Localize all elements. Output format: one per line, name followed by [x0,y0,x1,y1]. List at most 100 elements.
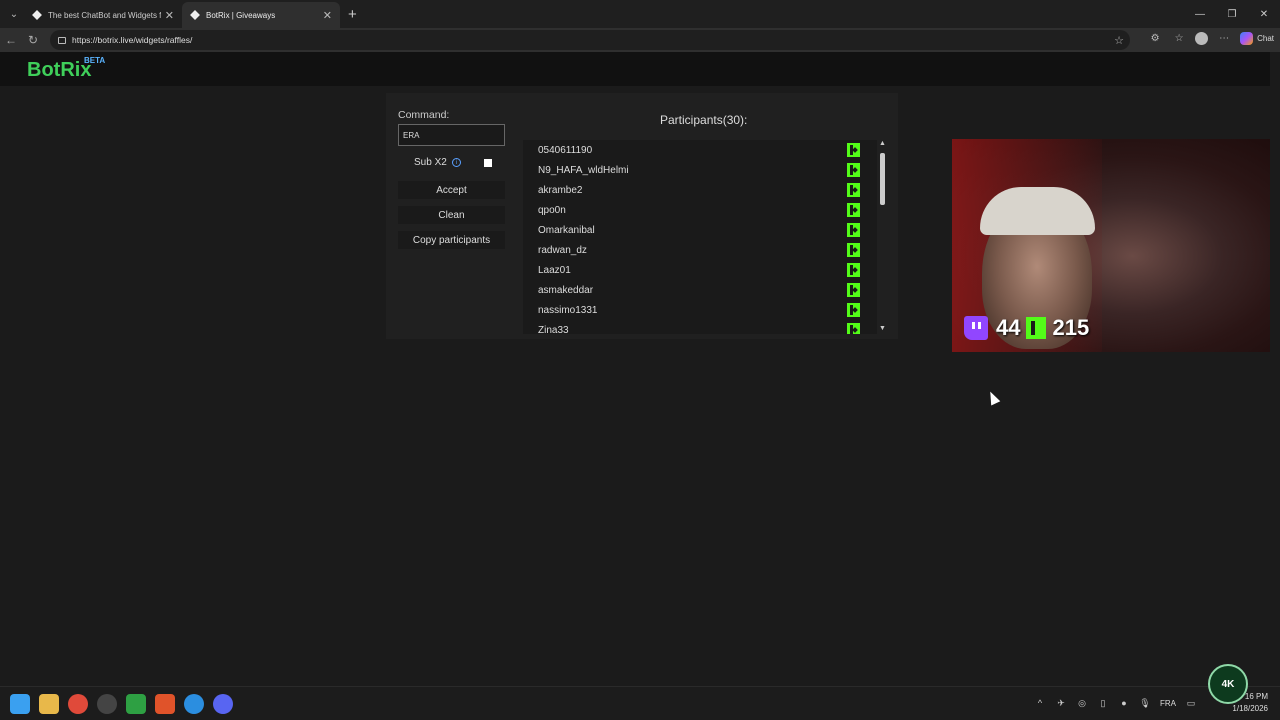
kick-icon [847,183,860,197]
close-tab-icon[interactable]: ✕ [323,9,332,22]
kick-icon [847,303,860,317]
copilot-icon [1240,31,1254,45]
streamer-cap [980,187,1095,235]
list-item: radwan_dz [523,240,877,260]
botrix-logo[interactable]: BotRix [27,59,91,82]
botrix-favicon-icon [190,10,200,20]
follower-stats: 44 215 [964,315,1089,341]
chrome-icon[interactable] [68,694,88,714]
copy-participants-button[interactable]: Copy participants [398,231,505,249]
favorites-icon[interactable]: ☆ [1171,30,1187,46]
kick-count: 215 [1052,315,1090,340]
brave-icon[interactable] [155,694,175,714]
network-icon[interactable]: ▭ [1185,697,1197,709]
window-controls: — ❐ ✕ [1184,0,1280,28]
list-item: Laaz01 [523,260,877,280]
command-input[interactable] [398,124,505,146]
participant-name: Omarkanibal [538,224,595,236]
info-icon[interactable]: i [451,158,461,167]
tray-chevron-icon[interactable]: ^ [1034,697,1046,709]
site-header: BotRix BETA [0,52,1270,86]
url-text: https://botrix.live/widgets/raffles/ [72,35,193,45]
copilot-chat-button[interactable]: Chat [1240,31,1274,45]
twitch-icon [964,316,988,340]
kick-icon [847,143,860,157]
sub-x2-checkbox[interactable] [484,159,492,167]
new-tab-icon[interactable]: + [348,6,357,23]
tab-giveaways[interactable]: BotRix | Giveaways ✕ [182,2,340,28]
more-menu-icon[interactable]: ⋯ [1216,30,1232,46]
kick-icon [847,283,860,297]
taskbar-apps [10,694,233,714]
profile-avatar-icon[interactable] [1195,31,1209,45]
tab-list-chevron-icon[interactable]: ⌄ [4,4,24,24]
url-field[interactable]: https://botrix.live/widgets/raffles/ ☆ [50,30,1130,50]
file-explorer-icon[interactable] [39,694,59,714]
extensions-icon[interactable]: ⚙ [1147,30,1163,46]
close-window-icon[interactable]: ✕ [1248,0,1280,28]
usb-icon[interactable]: ▯ [1097,697,1109,709]
tray-app-icon[interactable]: ◎ [1076,697,1088,709]
windows-start-icon[interactable] [10,694,30,714]
botrix-favicon-icon [32,10,42,20]
tray-app-icon[interactable]: ✈ [1055,697,1067,709]
clean-button[interactable]: Clean [398,206,505,224]
date: 1/18/2026 [1232,704,1268,713]
participant-name: radwan_dz [538,244,587,256]
edge-icon[interactable] [184,694,204,714]
list-item: qpo0n [523,200,877,220]
tab-title: The best ChatBot and Widgets for [48,10,161,20]
participant-name: 0540611190 [538,144,593,156]
chat-label: Chat [1257,33,1274,43]
list-item: nassimo1331 [523,300,877,320]
close-tab-icon[interactable]: ✕ [165,9,174,22]
microphone-icon[interactable]: 🎙 [1139,697,1151,709]
participants-list[interactable]: 0540611190 N9_HAFA_wldHelmi akrambe2 qpo… [523,140,877,334]
discord-icon[interactable] [213,694,233,714]
xbox-icon[interactable] [126,694,146,714]
restore-icon[interactable]: ❐ [1216,0,1248,28]
scroll-up-icon[interactable]: ▲ [879,140,886,147]
browser-tab-bar: ⌄ The best ChatBot and Widgets for ✕ Bot… [0,0,1280,28]
kick-icon [847,203,860,217]
beta-badge: BETA [84,56,106,65]
lock-icon [58,36,66,44]
browser-tools: ⚙ ☆ ⋯ Chat [1147,30,1274,46]
channel-badge-logo: 4K [1208,664,1248,704]
scroll-down-icon[interactable]: ▼ [879,325,886,332]
list-item: asmakeddar [523,280,877,300]
raffle-widget: Command: Sub X2 i Accept Clean Copy part… [386,93,898,339]
participant-name: Zina33 [538,324,569,335]
list-item: N9_HAFA_wldHelmi [523,160,877,180]
scroll-thumb[interactable] [880,153,885,205]
participant-name: Laaz01 [538,264,571,276]
accept-button[interactable]: Accept [398,181,505,199]
tab-title: BotRix | Giveaways [206,10,276,20]
list-item: Zina33 [523,320,877,334]
refresh-icon[interactable]: ↻ [22,29,44,51]
list-item: 0540611190 [523,140,877,160]
favorite-star-icon[interactable]: ☆ [1114,34,1124,47]
twitch-count: 44 [996,315,1021,340]
participants-scrollbar[interactable]: ▲ ▼ [877,140,889,334]
kick-icon [847,163,860,177]
participant-name: qpo0n [538,204,566,216]
participant-name: akrambe2 [538,184,583,196]
tab-chatbot[interactable]: The best ChatBot and Widgets for ✕ [24,2,182,28]
back-icon[interactable]: ← [0,29,22,51]
participant-name: N9_HAFA_wldHelmi [538,164,629,176]
app-icon[interactable] [97,694,117,714]
kick-icon [847,263,860,277]
minimize-icon[interactable]: — [1184,0,1216,28]
kick-icon [847,323,860,334]
taskbar: ^ ✈ ◎ ▯ ● 🎙 FRA ▭ 16 PM 1/18/2026 [0,686,1280,720]
tray-app-icon[interactable]: ● [1118,697,1130,709]
page-content: BotRix BETA Command: Sub X2 i Accept Cle… [0,52,1280,686]
address-bar-row: ← ↻ https://botrix.live/widgets/raffles/… [0,28,1280,52]
language-indicator[interactable]: FRA [1160,699,1176,708]
page-scrollbar[interactable] [1270,52,1280,686]
badge-text: 4K [1221,678,1235,690]
sub-x2-option: Sub X2 i [414,157,461,168]
participant-name: asmakeddar [538,284,594,296]
kick-icon [1026,317,1047,339]
